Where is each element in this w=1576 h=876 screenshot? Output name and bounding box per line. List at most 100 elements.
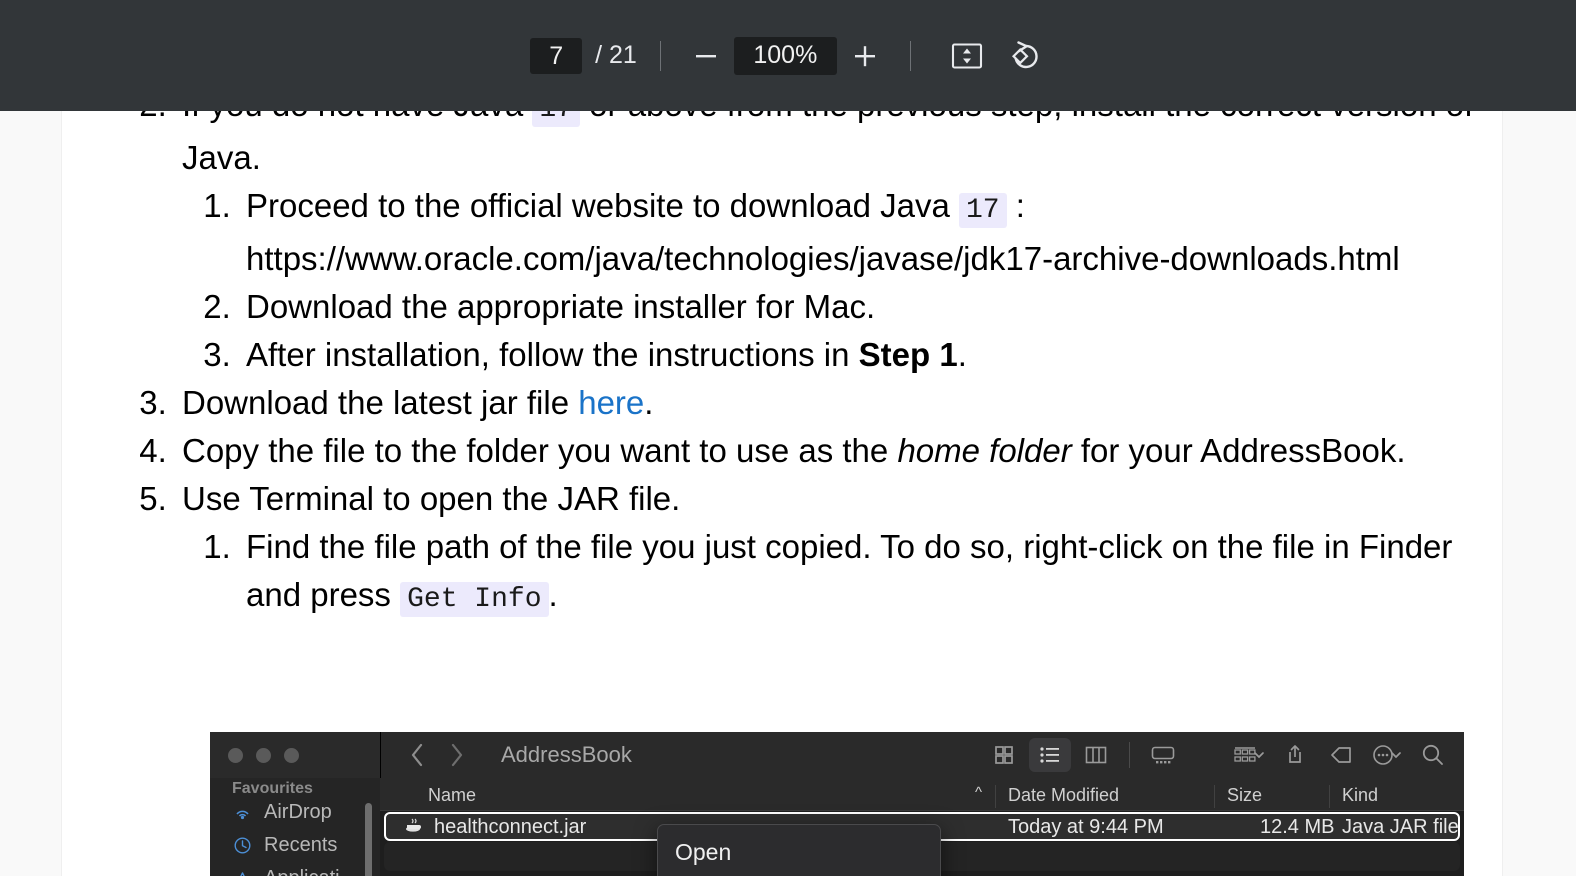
- item4-text-a: Copy the file to the folder you want to …: [182, 432, 898, 469]
- maximize-window-button[interactable]: [284, 747, 299, 763]
- search-button[interactable]: [1412, 738, 1454, 772]
- sub-item-5-1: Find the file path of the file you just …: [240, 523, 1480, 624]
- column-header-date-modified[interactable]: Date Modified: [1008, 785, 1119, 806]
- sub23-text-b: .: [957, 336, 967, 373]
- oracle-download-url[interactable]: https://www.oracle.com/java/technologies…: [246, 235, 1480, 283]
- clock-icon: [232, 835, 253, 856]
- more-actions-button[interactable]: [1366, 738, 1408, 772]
- column-view-icon: [1085, 746, 1107, 764]
- minus-icon: [695, 54, 716, 57]
- cell-file-name: healthconnect.jar: [434, 816, 587, 838]
- column-header-size[interactable]: Size: [1227, 785, 1262, 806]
- zoom-in-button[interactable]: [843, 34, 887, 78]
- sidebar-label-recents: Recents: [264, 834, 338, 856]
- item3-text-a: Download the latest jar file: [182, 384, 579, 421]
- list-item-5: Use Terminal to open the JAR file. Find …: [176, 475, 1480, 624]
- share-button[interactable]: [1274, 738, 1316, 772]
- instruction-list: If you do not have Java 17 or above from…: [120, 111, 1480, 624]
- sub-item-2-2: Download the appropriate installer for M…: [240, 283, 1480, 331]
- list-view-button[interactable]: [1029, 738, 1071, 772]
- document-content: If you do not have Java 17 or above from…: [120, 111, 1480, 624]
- context-menu-item-open[interactable]: Open: [664, 833, 934, 872]
- sort-indicator-icon: ^: [975, 784, 983, 801]
- jar-download-link[interactable]: here: [578, 384, 644, 421]
- rotate-button[interactable]: [1000, 33, 1046, 79]
- item5-text: Use Terminal to open the JAR file.: [182, 480, 681, 517]
- chevron-down-icon: [1254, 752, 1264, 759]
- toolbar-divider-2: [909, 40, 911, 71]
- column-header-name[interactable]: Name: [428, 785, 476, 806]
- cell-date-modified: Today at 9:44 PM: [1008, 816, 1164, 838]
- cell-size: 12.4 MB: [1260, 816, 1335, 838]
- sub-item-2-1: Proceed to the official website to downl…: [240, 182, 1480, 283]
- sidebar-item-airdrop[interactable]: AirDrop: [210, 796, 380, 829]
- pdf-viewer-canvas[interactable]: If you do not have Java 17 or above from…: [0, 111, 1576, 876]
- window-traffic-lights: [210, 747, 380, 763]
- finder-toolbar: [983, 732, 1464, 778]
- context-menu-item-open-with[interactable]: Open With: [664, 872, 934, 876]
- java-version-code-pill: 17: [532, 111, 581, 127]
- column-divider-2: [1214, 785, 1215, 808]
- item4-text-b: for your AddressBook.: [1071, 432, 1406, 469]
- list-item-4: Copy the file to the folder you want to …: [176, 427, 1480, 475]
- icon-view-button[interactable]: [983, 738, 1025, 772]
- list-item-2: If you do not have Java 17 or above from…: [176, 111, 1480, 379]
- minimize-window-button[interactable]: [256, 747, 271, 763]
- icon-view-icon: [995, 746, 1013, 764]
- page-number-input[interactable]: 7: [530, 37, 583, 74]
- close-window-button[interactable]: [228, 747, 243, 763]
- column-header-kind[interactable]: Kind: [1342, 785, 1378, 806]
- sub23-text-a: After installation, follow the instructi…: [246, 336, 859, 373]
- zoom-out-button[interactable]: [684, 34, 728, 78]
- tag-button[interactable]: [1320, 738, 1362, 772]
- java-jar-icon: [406, 818, 421, 832]
- share-icon: [1289, 745, 1301, 763]
- get-info-code-pill: Get Info: [400, 582, 549, 617]
- chevron-left-icon[interactable]: [409, 742, 426, 768]
- cell-kind: Java JAR file: [1342, 816, 1459, 838]
- item3-text-b: .: [644, 384, 654, 421]
- sidebar-label-applications: Applicati...: [264, 867, 356, 876]
- chevron-right-icon[interactable]: [448, 742, 465, 768]
- java-version-code-pill-2: 17: [959, 193, 1007, 228]
- sidebar-scrollbar[interactable]: [365, 803, 372, 876]
- plus-icon: [854, 45, 875, 66]
- home-folder-emphasis: home folder: [897, 432, 1072, 469]
- sub-item-2-3: After installation, follow the instructi…: [240, 331, 1480, 379]
- zoom-level-input[interactable]: 100%: [733, 36, 837, 75]
- sidebar-item-applications[interactable]: Applicati...: [210, 862, 380, 876]
- page-navigation-group: 7 / 21: [530, 37, 637, 74]
- finder-titlebar: AddressBook: [210, 732, 1464, 778]
- applications-icon: [232, 868, 253, 876]
- finder-sidebar: Favourites AirDrop Recents: [210, 778, 380, 876]
- finder-context-menu: Open Open With Move to Bin Get Info Rena…: [657, 824, 941, 876]
- group-by-button[interactable]: [1228, 738, 1270, 772]
- page-total-label: / 21: [595, 41, 637, 69]
- search-icon: [1422, 744, 1443, 765]
- chevron-down-icon-2: [1391, 752, 1401, 759]
- sub-list-5: Find the file path of the file you just …: [182, 523, 1480, 624]
- sidebar-label-airdrop: AirDrop: [264, 801, 332, 823]
- column-view-button[interactable]: [1075, 738, 1117, 772]
- gallery-view-button[interactable]: [1142, 738, 1184, 772]
- list-item-3: Download the latest jar file here.: [176, 379, 1480, 427]
- zoom-controls-group: 100%: [684, 34, 887, 78]
- item2-text-a: If you do not have Java: [182, 111, 532, 123]
- tag-icon: [1331, 747, 1351, 763]
- fit-page-button[interactable]: [944, 33, 990, 79]
- context-label-open: Open: [675, 839, 732, 865]
- finder-navigation: [381, 742, 465, 768]
- finder-toolbar-divider: [1129, 742, 1130, 768]
- gallery-view-icon: [1151, 746, 1175, 764]
- sub21-text-b: :: [1006, 187, 1025, 224]
- pdf-viewer-toolbar: 7 / 21 100%: [0, 0, 1576, 111]
- sidebar-item-recents[interactable]: Recents: [210, 829, 380, 862]
- step1-emphasis: Step 1: [858, 336, 958, 373]
- sub21-text-a: Proceed to the official website to downl…: [246, 187, 959, 224]
- fit-page-icon: [951, 42, 982, 69]
- toolbar-divider-1: [659, 40, 661, 71]
- column-divider-3: [1329, 785, 1330, 808]
- column-divider-1: [995, 785, 996, 808]
- sidebar-section-favourites: Favourites: [232, 780, 313, 796]
- rotate-counterclockwise-icon: [1011, 40, 1038, 68]
